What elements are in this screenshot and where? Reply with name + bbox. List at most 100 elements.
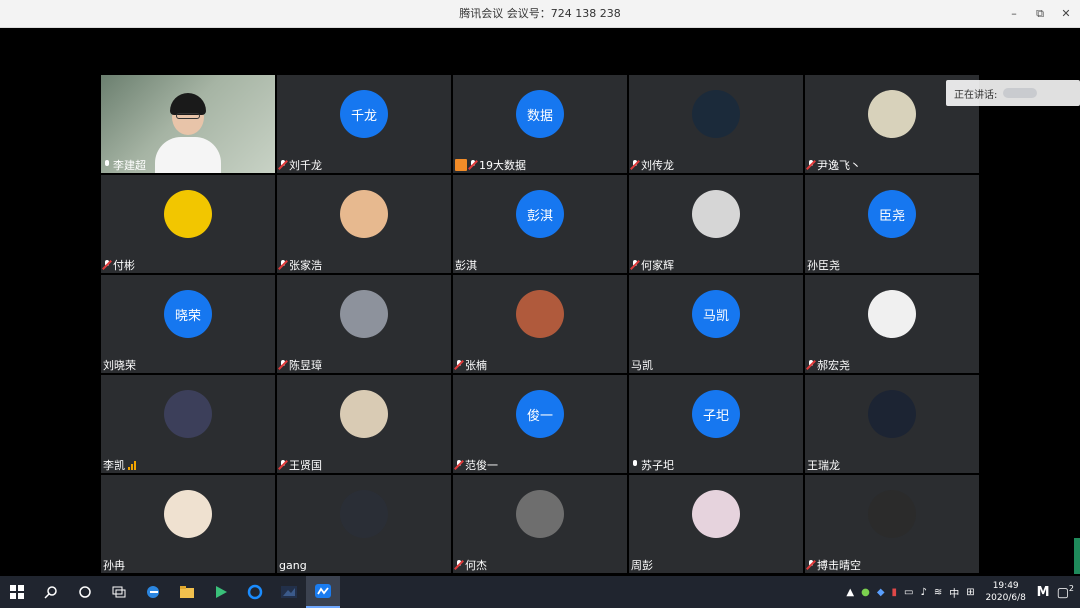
participant-name-row: 张楠 xyxy=(455,358,487,372)
participant-name: 孙冉 xyxy=(103,559,125,572)
play-store-icon[interactable] xyxy=(204,576,238,608)
clock[interactable]: 19:49 2020/6/8 xyxy=(982,580,1030,604)
media-app-icon[interactable] xyxy=(272,576,306,608)
speaking-label: 正在讲话: xyxy=(954,89,998,101)
battery-icon[interactable]: ▭ xyxy=(904,587,913,598)
participant-tile[interactable]: 臣尧孙臣尧 xyxy=(805,175,979,273)
search-icon[interactable] xyxy=(34,576,68,608)
participant-name: 马凯 xyxy=(631,359,653,372)
quark-browser-icon[interactable] xyxy=(238,576,272,608)
taskbar: ▲ ● ◆ ▮ ▭ ♪ ≋ 中 ⊞ 19:49 2020/6/8 M ▢2 xyxy=(0,576,1080,608)
participant-tile[interactable]: 王瑞龙 xyxy=(805,375,979,473)
mic-muted-icon xyxy=(455,560,463,570)
mic-muted-icon xyxy=(279,260,287,270)
participant-name: 张楠 xyxy=(465,359,487,372)
participant-name: gang xyxy=(279,558,307,572)
participant-tile[interactable]: 郝宏尧 xyxy=(805,275,979,373)
participant-avatar xyxy=(340,390,388,439)
participant-tile[interactable]: 子圯 苏子圯 xyxy=(629,375,803,473)
wifi-icon[interactable]: ≋ xyxy=(934,587,942,598)
participant-name: 李凯 xyxy=(103,459,125,472)
participant-name: 周彭 xyxy=(631,559,653,572)
side-handle[interactable] xyxy=(1074,538,1080,574)
person-body xyxy=(155,137,221,173)
participant-name: 何家辉 xyxy=(641,259,674,272)
minimize-button[interactable]: – xyxy=(1008,8,1020,20)
mic-muted-icon xyxy=(807,160,815,170)
participant-tile[interactable]: 俊一 范俊一 xyxy=(453,375,627,473)
system-tray: ▲ ● ◆ ▮ ▭ ♪ ≋ 中 ⊞ 19:49 2020/6/8 M ▢2 xyxy=(846,576,1080,608)
participant-avatar xyxy=(868,490,916,539)
notification-icon[interactable]: ▢2 xyxy=(1057,584,1074,600)
restore-button[interactable]: ⧉ xyxy=(1034,8,1046,20)
chevron-up-icon[interactable]: ▲ xyxy=(846,587,854,598)
participant-name: 刘千龙 xyxy=(289,159,322,172)
participant-name: 孙臣尧 xyxy=(807,259,840,272)
participant-name-row: 李建超 xyxy=(103,158,146,172)
participant-name-row: 孙臣尧 xyxy=(807,258,840,272)
participant-name-row: 王瑞龙 xyxy=(807,458,840,472)
mic-muted-icon xyxy=(631,160,639,170)
participant-avatar: 马凯 xyxy=(692,290,740,339)
file-explorer-icon[interactable] xyxy=(170,576,204,608)
participant-tile[interactable]: 孙冉 xyxy=(101,475,275,573)
participant-tile[interactable]: 搏击晴空 xyxy=(805,475,979,573)
participant-name-row: 19大数据 xyxy=(455,158,526,172)
flag-icon[interactable]: ▮ xyxy=(892,587,898,598)
windows-logo-icon[interactable] xyxy=(0,576,34,608)
participant-avatar: 臣尧 xyxy=(868,190,916,239)
participant-name-row: 王贤国 xyxy=(279,458,322,472)
participant-avatar xyxy=(692,490,740,539)
participant-avatar: 彭淇 xyxy=(516,190,564,239)
participant-tile[interactable]: 陈昱璋 xyxy=(277,275,451,373)
video-feed xyxy=(155,89,221,173)
person-glasses xyxy=(176,113,200,119)
tencent-meeting-taskbar-icon[interactable] xyxy=(306,576,340,608)
shield-icon[interactable]: ◆ xyxy=(877,587,885,598)
participant-tile[interactable]: 付彬 xyxy=(101,175,275,273)
window-controls: – ⧉ ✕ xyxy=(1008,0,1072,28)
notification-count: 2 xyxy=(1068,583,1074,593)
participant-tile[interactable]: 彭淇 彭淇 xyxy=(453,175,627,273)
clock-date: 2020/6/8 xyxy=(985,593,1026,603)
participant-avatar xyxy=(340,190,388,239)
ime-mode-icon[interactable]: ⊞ xyxy=(966,587,974,598)
participant-avatar xyxy=(868,290,916,339)
cortana-icon[interactable] xyxy=(68,576,102,608)
participant-tile[interactable]: 千龙刘千龙 xyxy=(277,75,451,173)
participant-tile[interactable]: 何家辉 xyxy=(629,175,803,273)
participant-tile[interactable]: 张楠 xyxy=(453,275,627,373)
participant-tile[interactable]: 李建超 xyxy=(101,75,275,173)
participant-tile[interactable]: 王贤国 xyxy=(277,375,451,473)
participant-name-row: 张家浩 xyxy=(279,258,322,272)
participant-tile[interactable]: 周彭 xyxy=(629,475,803,573)
close-button[interactable]: ✕ xyxy=(1060,8,1072,20)
participant-name-row: gang xyxy=(279,558,307,572)
app-tray-icon[interactable]: ● xyxy=(861,587,870,598)
participant-tile[interactable]: gang xyxy=(277,475,451,573)
mic-muted-icon xyxy=(631,260,639,270)
participant-name: 张家浩 xyxy=(289,259,322,272)
edge-icon[interactable] xyxy=(136,576,170,608)
task-view-icon[interactable] xyxy=(102,576,136,608)
logo-tray-icon[interactable]: M xyxy=(1037,585,1050,600)
participant-tile[interactable]: 李凯 xyxy=(101,375,275,473)
speaker-avatars xyxy=(1003,88,1038,98)
title-bar: 腾讯会议 会议号：724 138 238 – ⧉ ✕ xyxy=(0,0,1080,28)
participant-avatar xyxy=(868,90,916,139)
participant-tile[interactable]: 数据 19大数据 xyxy=(453,75,627,173)
mic-muted-icon xyxy=(279,360,287,370)
participant-avatar xyxy=(868,390,916,439)
participant-tile[interactable]: 何杰 xyxy=(453,475,627,573)
ime-indicator[interactable]: 中 xyxy=(949,585,959,600)
participant-name-row: 陈昱璋 xyxy=(279,358,322,372)
participant-tile[interactable]: 晓荣 刘晓荣 xyxy=(101,275,275,373)
mic-muted-icon xyxy=(807,560,815,570)
participant-tile[interactable]: 马凯 马凯 xyxy=(629,275,803,373)
participant-tile[interactable]: 张家浩 xyxy=(277,175,451,273)
participant-tile[interactable]: 刘传龙 xyxy=(629,75,803,173)
participant-avatar: 千龙 xyxy=(340,90,388,139)
participant-name: 王贤国 xyxy=(289,459,322,472)
volume-icon[interactable]: ♪ xyxy=(921,587,927,598)
participant-name: 搏击晴空 xyxy=(817,559,861,572)
